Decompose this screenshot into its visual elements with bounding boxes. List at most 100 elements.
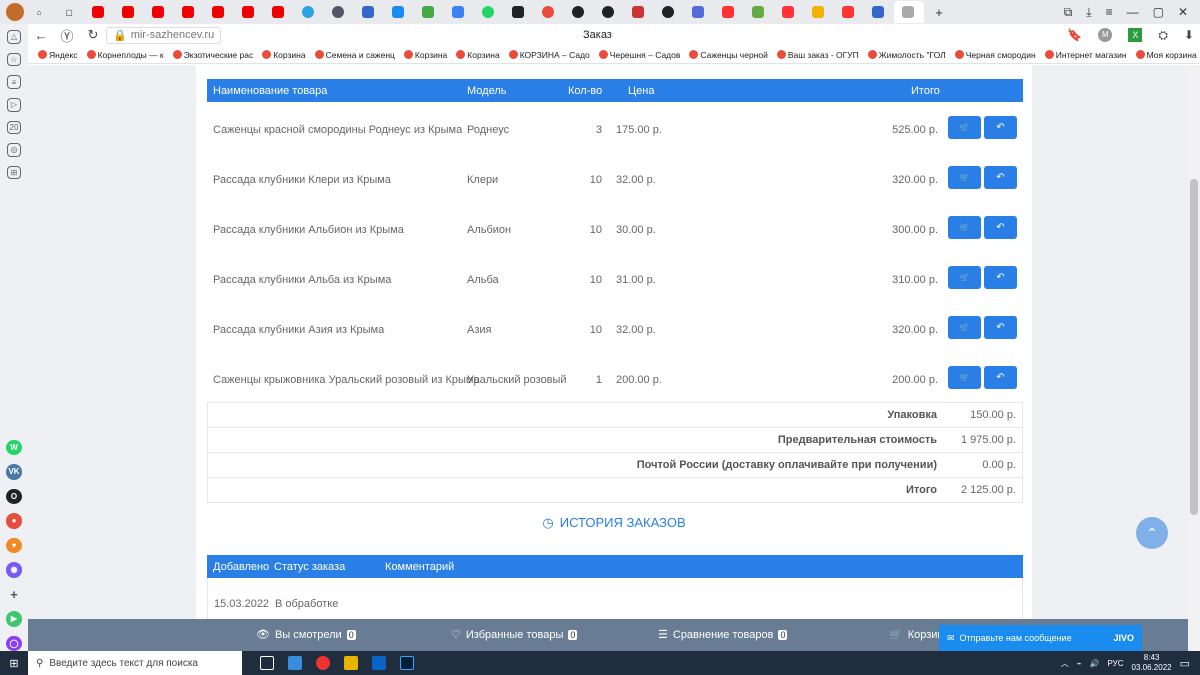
- whatsapp-icon[interactable]: W: [6, 439, 22, 456]
- return-button[interactable]: ↶: [984, 216, 1017, 239]
- reorder-button[interactable]: 🛒: [948, 166, 981, 189]
- tab-bee[interactable]: [804, 1, 834, 23]
- bookmark-item[interactable]: Ваш заказ - ОГУП: [776, 50, 859, 60]
- tab-youtube-4[interactable]: [174, 1, 204, 23]
- maps-pin-icon[interactable]: ●: [6, 513, 22, 529]
- bookmark-item[interactable]: Корзина: [456, 50, 500, 60]
- product-name[interactable]: Саженцы крыжовника Уральский розовый из …: [213, 374, 480, 386]
- market-icon[interactable]: ♥: [6, 537, 22, 554]
- tab-flag[interactable]: [354, 1, 384, 23]
- tab-chat[interactable]: [384, 1, 414, 23]
- notes-icon[interactable]: ≡: [7, 75, 21, 89]
- file-explorer-icon[interactable]: [344, 656, 358, 670]
- reorder-button[interactable]: 🛒: [948, 116, 981, 139]
- windows-start-icon[interactable]: ⊞: [0, 657, 28, 670]
- menu-icon[interactable]: ≡: [1106, 5, 1113, 20]
- tab-youtube-5[interactable]: [204, 1, 234, 23]
- product-name[interactable]: Рассада клубники Клери из Крыма: [213, 174, 391, 186]
- alice-voice-icon[interactable]: ◯: [6, 635, 22, 652]
- bookmark-item[interactable]: Корнеплоды — к: [86, 50, 164, 60]
- tab-globe[interactable]: [324, 1, 354, 23]
- video-icon[interactable]: ▷: [7, 97, 21, 112]
- reorder-button[interactable]: 🛒: [948, 216, 981, 239]
- product-name[interactable]: Рассада клубники Альбион из Крыма: [213, 224, 404, 236]
- profile-avatar[interactable]: [6, 3, 24, 21]
- language-indicator[interactable]: РУС: [1108, 659, 1124, 668]
- tab-home[interactable]: ⌂: [24, 1, 54, 23]
- tab-a[interactable]: [444, 1, 474, 23]
- tab-yandex-1[interactable]: [714, 1, 744, 23]
- back-icon[interactable]: ←: [28, 28, 54, 43]
- volume-icon[interactable]: 🔊: [1090, 659, 1100, 668]
- bookmark-icon[interactable]: 🔖: [1067, 28, 1082, 43]
- tab-maps[interactable]: [534, 1, 564, 23]
- tab-plus-2[interactable]: [594, 1, 624, 23]
- calendar-icon[interactable]: 20: [7, 120, 21, 135]
- tab-arch[interactable]: [654, 1, 684, 23]
- return-button[interactable]: ↶: [984, 116, 1017, 139]
- tab-k[interactable]: [504, 1, 534, 23]
- bookmark-item[interactable]: Саженцы черной: [689, 50, 768, 60]
- favorites-link[interactable]: ♡ Избранные товары 0: [451, 628, 578, 641]
- yandex-browser-icon[interactable]: [316, 656, 330, 670]
- bookmark-item[interactable]: Черная смородин: [954, 50, 1036, 60]
- tray-chevron-icon[interactable]: ︿: [1061, 658, 1069, 669]
- product-name[interactable]: Рассада клубники Азия из Крыма: [213, 324, 384, 336]
- yandex-icon[interactable]: Ⓨ: [54, 26, 80, 45]
- tab-new[interactable]: ▢: [54, 1, 84, 23]
- return-button[interactable]: ↶: [984, 316, 1017, 339]
- return-button[interactable]: ↶: [984, 266, 1017, 289]
- tab-telegram[interactable]: [294, 1, 324, 23]
- reload-icon[interactable]: ↻: [80, 27, 106, 43]
- tab-whatsapp[interactable]: [474, 1, 504, 23]
- bookmark-item[interactable]: КОРЗИНА – Садо: [508, 50, 590, 60]
- bookmark-item[interactable]: Жимолость "ГОЛ: [867, 50, 946, 60]
- scrollbar-thumb[interactable]: [1190, 179, 1198, 515]
- notification-center-icon[interactable]: ▭: [1180, 657, 1190, 670]
- new-tab-button[interactable]: +: [924, 1, 954, 23]
- app-icon-1[interactable]: [288, 656, 302, 670]
- task-view-icon[interactable]: [260, 656, 274, 670]
- tab-yandex-2[interactable]: [774, 1, 804, 23]
- return-button[interactable]: ↶: [984, 366, 1017, 389]
- bookmark-item[interactable]: Корзина: [262, 50, 306, 60]
- tab-youtube-2[interactable]: [114, 1, 144, 23]
- compare-link[interactable]: ☰ Сравнение товаров 0: [658, 628, 788, 641]
- tab-youtube-3[interactable]: [144, 1, 174, 23]
- tab-mail[interactable]: [864, 1, 894, 23]
- tab-youtube-6[interactable]: [234, 1, 264, 23]
- tab-youtube-1[interactable]: [84, 1, 114, 23]
- bookmark-item[interactable]: Семена и саженц: [314, 50, 395, 60]
- bookmark-item[interactable]: Корзина: [403, 50, 447, 60]
- tab-leaf[interactable]: [414, 1, 444, 23]
- tab-shield[interactable]: [684, 1, 714, 23]
- bookmark-item[interactable]: Моя корзина: [1135, 50, 1197, 60]
- chat-widget[interactable]: ✉ Отправьте нам сообщение JIVO: [939, 625, 1142, 651]
- alice-icon[interactable]: △: [7, 30, 21, 44]
- tabs-icon[interactable]: ⧉: [1064, 5, 1073, 20]
- reorder-button[interactable]: 🛒: [948, 266, 981, 289]
- outlook-icon[interactable]: [372, 656, 386, 670]
- url-field[interactable]: 🔒 mir-sazhencev.ru: [106, 26, 222, 44]
- scroll-to-top-button[interactable]: ⌃: [1136, 517, 1168, 549]
- vk-icon[interactable]: VK: [6, 464, 22, 480]
- tab-youtube-7[interactable]: [264, 1, 294, 23]
- maximize-icon[interactable]: ▢: [1153, 5, 1164, 20]
- viewed-link[interactable]: 👁 Вы смотрели 0: [256, 628, 356, 641]
- tab-active-order[interactable]: [894, 1, 924, 23]
- apps-grid-icon[interactable]: ⊞: [7, 165, 21, 180]
- bookmark-item[interactable]: Экзотические рас: [172, 50, 253, 60]
- tab-plus-1[interactable]: [564, 1, 594, 23]
- add-panel-icon[interactable]: +: [6, 587, 22, 603]
- photoshop-icon[interactable]: [400, 656, 414, 670]
- close-window-icon[interactable]: ✕: [1178, 5, 1188, 20]
- messenger-icon[interactable]: ◉: [6, 562, 22, 578]
- product-name[interactable]: Рассада клубники Альба из Крыма: [213, 274, 391, 286]
- taskbar-search[interactable]: ⚲ Введите здесь текст для поиска: [28, 651, 242, 675]
- reorder-button[interactable]: 🛒: [948, 366, 981, 389]
- clock[interactable]: 8:43 03.06.2022: [1132, 653, 1172, 673]
- profile-m-icon[interactable]: M: [1098, 27, 1113, 42]
- player-icon[interactable]: ▶: [6, 611, 22, 627]
- extensions-icon[interactable]: ⛭: [1158, 28, 1168, 43]
- network-icon[interactable]: ⌁: [1077, 659, 1082, 668]
